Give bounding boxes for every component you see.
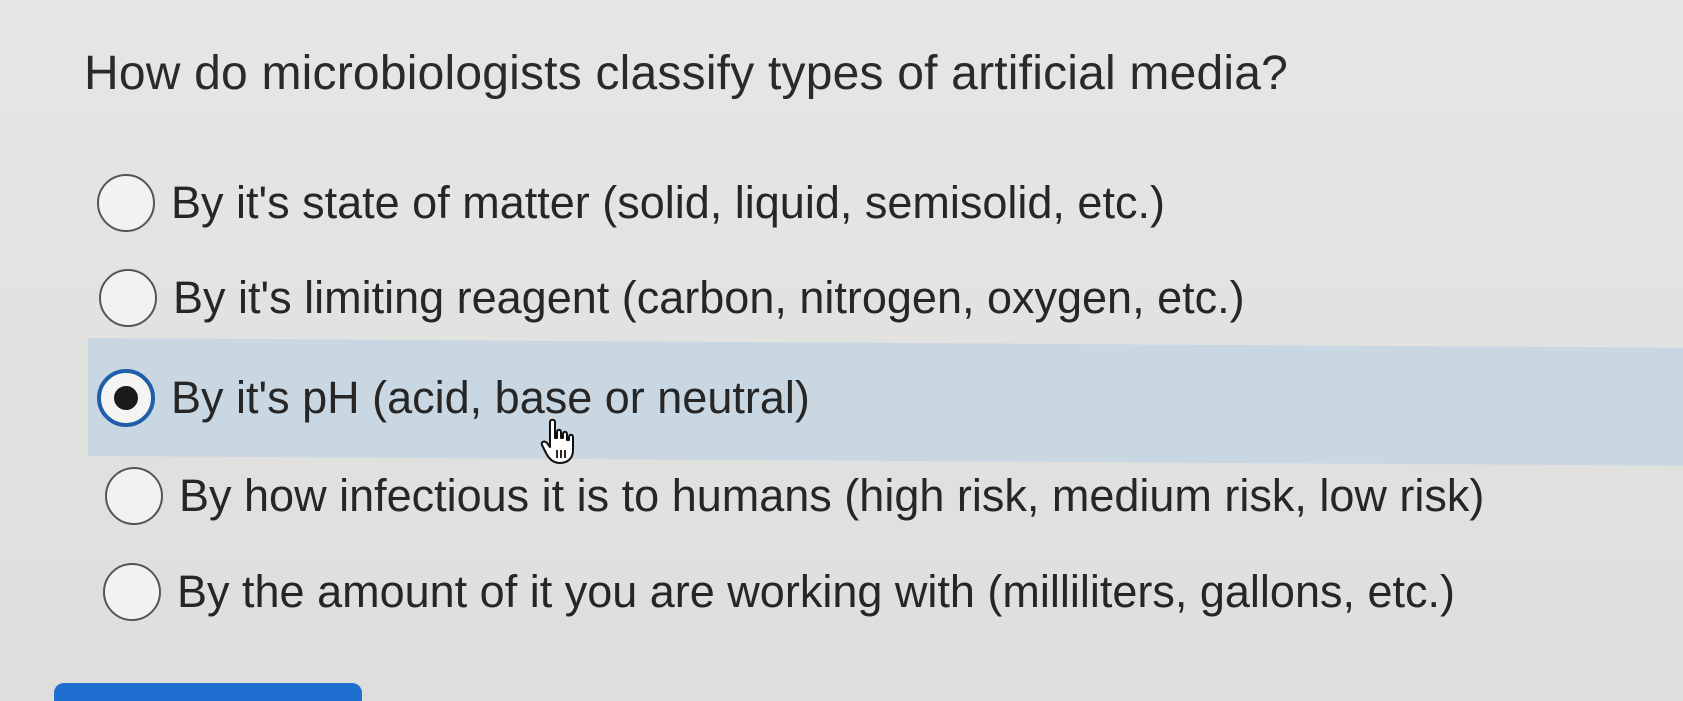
quiz-page: How do microbiologists classify types of…	[0, 0, 1683, 701]
option-label: By it's pH (acid, base or neutral)	[171, 372, 810, 423]
radio-button[interactable]	[99, 269, 157, 327]
option-amount[interactable]: By the amount of it you are working with…	[103, 546, 1455, 638]
hand-pointer-icon	[540, 418, 574, 464]
option-label: By it's state of matter (solid, liquid, …	[171, 177, 1165, 228]
radio-button[interactable]	[105, 467, 163, 525]
option-label: By it's limiting reagent (carbon, nitrog…	[173, 272, 1245, 323]
radio-button[interactable]	[103, 563, 161, 621]
radio-button-selected[interactable]	[97, 369, 155, 427]
answer-options: By it's state of matter (solid, liquid, …	[0, 0, 1683, 701]
submit-button[interactable]	[54, 683, 362, 701]
option-limiting-reagent[interactable]: By it's limiting reagent (carbon, nitrog…	[99, 252, 1245, 344]
option-label: By the amount of it you are working with…	[177, 566, 1455, 617]
option-label: By how infectious it is to humans (high …	[179, 470, 1485, 521]
option-ph[interactable]: By it's pH (acid, base or neutral)	[97, 352, 810, 444]
option-infectiousness[interactable]: By how infectious it is to humans (high …	[105, 450, 1484, 542]
option-state-of-matter[interactable]: By it's state of matter (solid, liquid, …	[97, 157, 1165, 249]
radio-button[interactable]	[97, 174, 155, 232]
